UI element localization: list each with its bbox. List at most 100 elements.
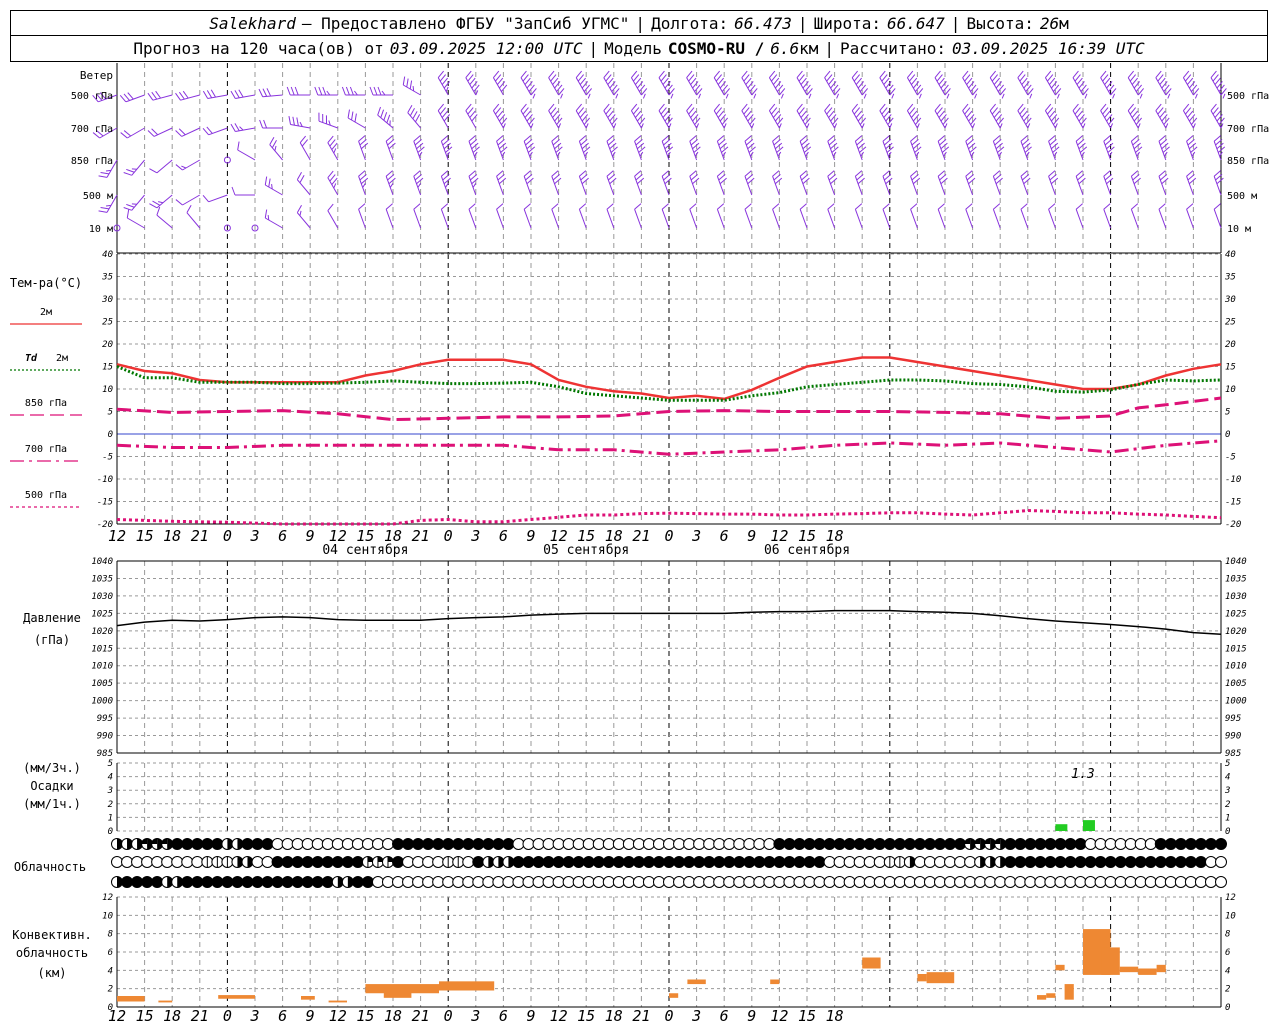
cloud-symbol <box>151 856 164 868</box>
time-tick-label-bottom: 18 <box>384 1007 402 1024</box>
wind-barb <box>230 123 256 132</box>
cloud-fill-full <box>201 876 213 888</box>
conv-bar <box>1138 968 1157 975</box>
cloud-fill-full <box>262 876 274 888</box>
cloud-fill-quarter <box>994 838 1001 844</box>
cloud-symbol <box>964 856 977 868</box>
wind-barb <box>658 70 675 99</box>
precip-tick-left: 0 <box>108 827 113 837</box>
wind-barb <box>689 135 701 161</box>
cloud-fill-full <box>1034 838 1046 850</box>
wind-level-label: 10 м <box>89 224 113 235</box>
wind-barb <box>156 206 173 229</box>
wind-barb <box>937 170 948 196</box>
wind-barb <box>358 135 369 161</box>
cloud-fill-full <box>1155 838 1167 850</box>
cloud-fill-full <box>894 838 906 850</box>
press-tick-left: 1025 <box>91 609 113 619</box>
wind-barb <box>1048 170 1059 196</box>
cloud-fill-full <box>683 856 695 868</box>
temp-tick-right: 15 <box>1225 363 1236 373</box>
precip-title: Осадки <box>30 779 73 793</box>
cloud-fill-full <box>1044 856 1056 868</box>
cloud-symbol <box>602 838 615 850</box>
cloud-symbol <box>131 856 144 868</box>
cloud-fill-full <box>773 838 785 850</box>
cloud-symbol <box>683 838 696 850</box>
cloud-symbol <box>422 876 435 888</box>
cloud-symbol <box>452 876 465 888</box>
wind-barb <box>630 70 648 99</box>
cloud-fill-full <box>322 876 334 888</box>
cloud-symbol <box>753 838 766 850</box>
press-tick-right: 1030 <box>1225 592 1247 602</box>
wind-barb <box>716 203 725 229</box>
cloud-fill-full <box>733 856 745 868</box>
time-tick-label: 9 <box>526 527 535 545</box>
cloud-fill-full <box>1155 856 1167 868</box>
conv-tick-left: 2 <box>108 985 113 995</box>
wind-barb <box>689 203 698 229</box>
cloud-fill-full <box>1034 856 1046 868</box>
cloud-fill-full <box>804 838 816 850</box>
cloud-symbol <box>562 876 575 888</box>
wind-barb <box>465 103 478 129</box>
wind-barb <box>318 112 338 129</box>
cloud-symbol <box>923 856 936 868</box>
cloud-fill-full <box>904 838 916 850</box>
wind-barb <box>827 135 839 161</box>
cloud-fill-full <box>452 838 464 850</box>
wind-barb <box>1158 170 1169 196</box>
press-tick-right: 990 <box>1225 732 1241 742</box>
press-tick-right: 1005 <box>1225 679 1247 689</box>
cloud-fill-full <box>1054 856 1066 868</box>
cloud-fill-full <box>221 876 233 888</box>
wind-barb <box>1017 70 1034 99</box>
time-tick-label-bottom: 0 <box>444 1007 453 1024</box>
wind-barb <box>523 170 534 196</box>
wind-barb <box>175 194 201 206</box>
wind-barb <box>385 203 394 229</box>
cloud-symbol <box>713 838 726 850</box>
cloud-symbol <box>1204 876 1217 888</box>
wind-barb <box>230 89 256 99</box>
wind-barb <box>1130 203 1139 229</box>
cloud-fill-full <box>854 838 866 850</box>
wind-barb <box>314 86 338 96</box>
cloud-fill-full <box>231 876 243 888</box>
time-tick-label-bottom: 21 <box>632 1007 650 1024</box>
temp-tick-right: 0 <box>1225 430 1230 440</box>
cloud-fill-full <box>412 838 424 850</box>
cloud-fill-full <box>432 838 444 850</box>
cloud-fill-full <box>603 856 615 868</box>
cloud-symbol <box>763 876 776 888</box>
wind-barb <box>578 203 587 229</box>
cloud-fill-full <box>783 856 795 868</box>
wind-barb <box>1155 103 1170 129</box>
legend-td-label: 2м <box>56 353 68 364</box>
conv-title1: Конвективн. <box>12 928 91 942</box>
cloud-symbol <box>251 856 264 868</box>
cloud-symbol <box>1204 856 1217 868</box>
legend-700-label: 700 гПа <box>25 444 67 455</box>
time-tick-label-bottom: 6 <box>499 1007 508 1024</box>
cloud-fill-full <box>1215 838 1227 850</box>
cloud-symbol <box>683 876 696 888</box>
wind-barb <box>854 203 863 229</box>
wind-barb <box>910 203 918 229</box>
time-tick-label-bottom: 15 <box>577 1007 595 1024</box>
conv-tick-left: 6 <box>108 948 113 958</box>
cloud-symbol <box>944 876 957 888</box>
wind-barb <box>551 135 563 161</box>
wind-barb <box>327 170 339 196</box>
cloud-fill-full <box>623 856 635 868</box>
wind-barb <box>879 103 894 129</box>
temp-tick-right: 40 <box>1225 250 1236 260</box>
wind-barb <box>603 103 618 129</box>
wind-barb <box>962 103 977 129</box>
time-tick-label-bottom: 3 <box>691 1007 701 1024</box>
wind-barb <box>147 90 173 101</box>
cloud-symbol <box>1024 876 1037 888</box>
precip-tick-left: 3 <box>107 786 113 796</box>
cloud-fill-full <box>1135 856 1147 868</box>
